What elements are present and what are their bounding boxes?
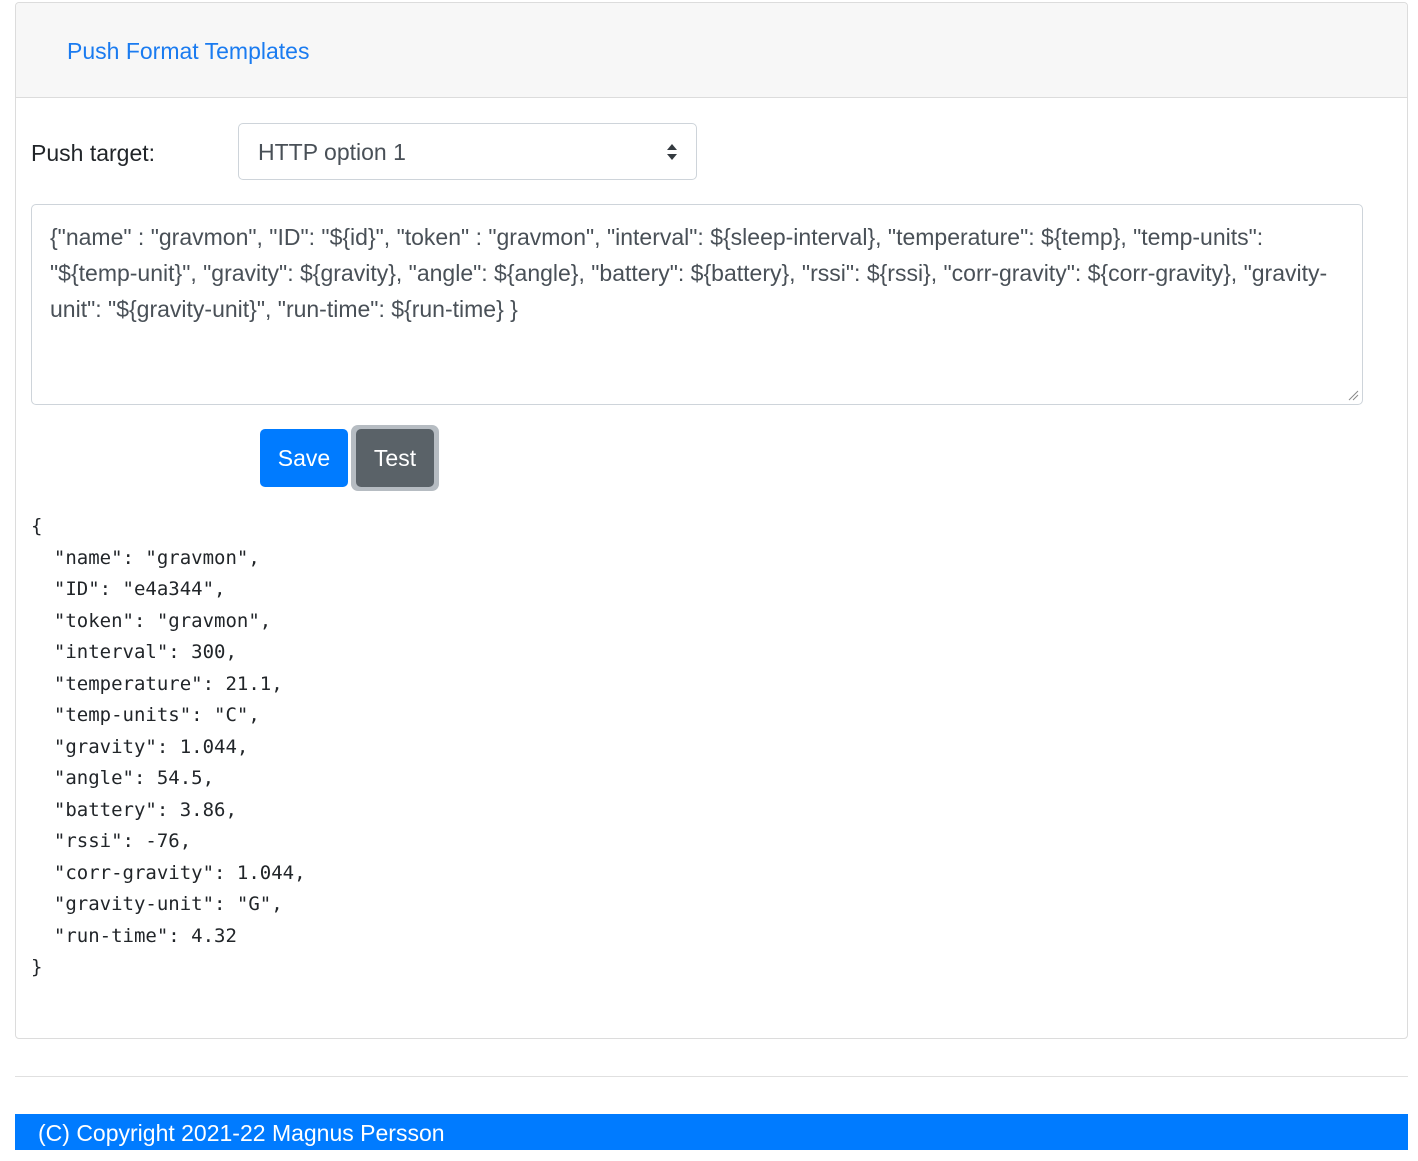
template-textarea[interactable]: {"name" : "gravmon", "ID": "${id}", "tok…: [31, 204, 1363, 405]
divider: [15, 1076, 1408, 1077]
template-text: {"name" : "gravmon", "ID": "${id}", "tok…: [50, 224, 1328, 322]
sort-arrows-icon: [667, 144, 677, 160]
push-target-label: Push target:: [31, 140, 156, 166]
resize-grip-icon[interactable]: [1347, 389, 1359, 401]
save-button[interactable]: Save: [260, 429, 348, 487]
copyright-text: (C) Copyright 2021-22 Magnus Persson: [38, 1120, 445, 1146]
test-button[interactable]: Test: [356, 429, 434, 487]
card-title-link[interactable]: Push Format Templates: [67, 38, 309, 65]
push-target-selected-value: HTTP option 1: [258, 139, 406, 165]
footer: (C) Copyright 2021-22 Magnus Persson: [15, 1114, 1408, 1150]
push-target-select[interactable]: HTTP option 1: [238, 123, 697, 180]
card-header: Push Format Templates: [16, 3, 1407, 98]
test-output: { "name": "gravmon", "ID": "e4a344", "to…: [31, 515, 306, 978]
